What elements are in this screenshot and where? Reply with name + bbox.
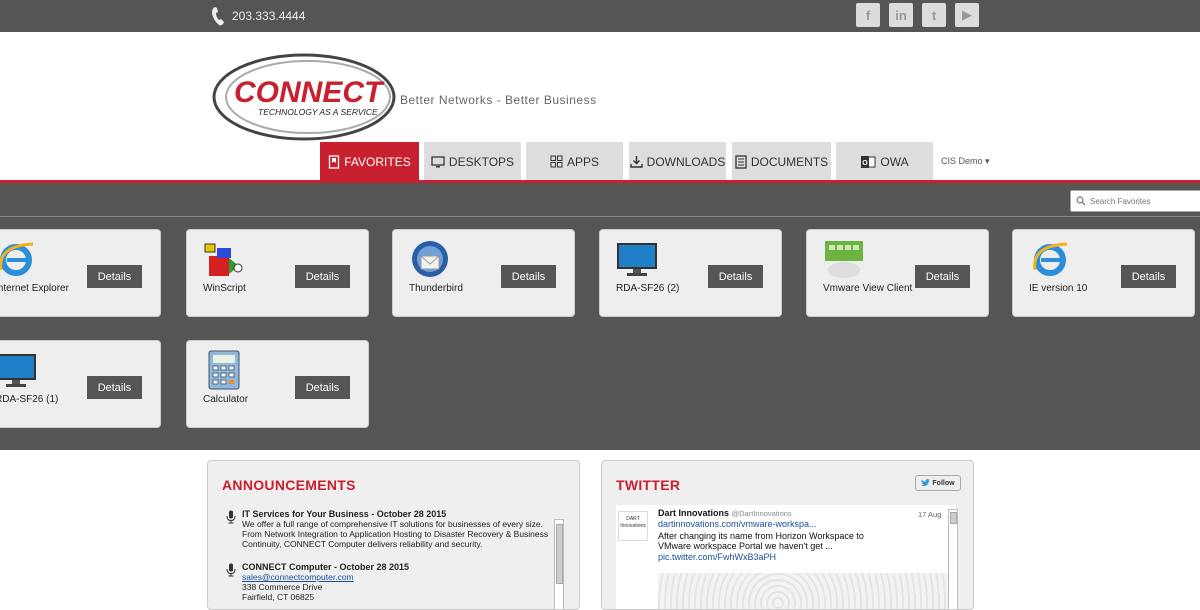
calculator-icon — [208, 350, 240, 390]
announcement-body: We offer a full range of comprehensive I… — [242, 519, 549, 549]
favorite-label: Vmware View Client — [823, 283, 913, 294]
divider — [0, 216, 1200, 217]
announcement-heading: CONNECT Computer - October 28 2015 — [242, 562, 410, 572]
favorite-label: Thunderbird — [409, 283, 463, 294]
favorite-label: IE version 10 — [1029, 283, 1088, 294]
favorite-card-vmware-view-client[interactable]: Vmware View Client Details — [806, 229, 989, 317]
search-icon — [1076, 196, 1086, 206]
announcement-item: IT Services for Your Business - October … — [222, 509, 557, 549]
search-input[interactable] — [1090, 196, 1200, 206]
tweet-pic-link[interactable]: pic.twitter.com/FwhWxB3aPH — [658, 552, 776, 562]
tab-label: DOWNLOADS — [646, 154, 726, 169]
vmware-icon — [825, 241, 863, 278]
favorite-card-thunderbird[interactable]: Thunderbird Details — [392, 229, 575, 317]
monitor-icon — [0, 354, 36, 387]
sales-email-link[interactable]: sales@connectcomputer.com — [242, 572, 354, 582]
announcements-scrollbar[interactable] — [554, 519, 564, 609]
twitter-title: TWITTER — [616, 477, 681, 493]
announcement-item: CONNECT Computer - October 28 2015 sales… — [222, 562, 557, 602]
favorite-card-internet-explorer[interactable]: Internet Explorer Details — [0, 229, 161, 317]
tweet-date[interactable]: 17 Aug — [918, 510, 941, 519]
favorite-card-calculator[interactable]: Calculator Details — [186, 340, 369, 428]
tweet-text: After changing its name from Horizon Wor… — [658, 531, 864, 551]
tab-desktops[interactable]: DESKTOPS — [424, 142, 521, 181]
tab-label: DESKTOPS — [448, 154, 515, 169]
follow-button[interactable]: Follow — [915, 475, 961, 491]
announcement-heading: IT Services for Your Business - October … — [242, 509, 447, 519]
tab-label: OWA — [880, 154, 909, 169]
announcements-panel: ANNOUNCEMENTS IT Services for Your Busin… — [207, 460, 580, 610]
scrollbar-thumb[interactable] — [950, 512, 957, 524]
announcements-title: ANNOUNCEMENTS — [222, 477, 356, 493]
phone-text: 203.333.4444 — [232, 9, 306, 23]
tagline: Better Networks - Better Business — [400, 93, 597, 107]
microphone-icon — [226, 563, 236, 577]
twitter-panel: TWITTER Follow DART Innovations Dart Inn… — [601, 460, 974, 610]
address-line-1: 338 Commerce Drive — [242, 582, 323, 592]
internet-explorer-icon — [1033, 242, 1068, 276]
winscript-icon — [204, 243, 243, 276]
twitter-bird-icon — [921, 479, 931, 486]
tweet-avatar[interactable]: DART Innovations — [618, 511, 648, 541]
tweet-author[interactable]: Dart Innovations @DartInnovations — [658, 508, 792, 518]
favorite-card-winscript[interactable]: WinScript Details — [186, 229, 369, 317]
address-line-2: Fairfield, CT 06825 — [242, 592, 315, 602]
monitor-icon — [617, 243, 657, 276]
favorite-label: RDA-SF26 (2) — [616, 283, 680, 294]
monitor-icon — [431, 155, 445, 167]
favorite-card-rda-sf26-2[interactable]: RDA-SF26 (2) Details — [599, 229, 782, 317]
tab-downloads[interactable]: DOWNLOADS — [629, 142, 726, 181]
scrollbar-thumb[interactable] — [556, 524, 563, 584]
details-button[interactable]: Details — [87, 265, 142, 288]
thunderbird-icon — [412, 241, 448, 277]
svg-text:O: O — [863, 160, 869, 167]
user-menu[interactable]: CIS Demo ▾ — [941, 156, 990, 167]
favorite-label: WinScript — [203, 283, 246, 294]
tab-label: DOCUMENTS — [750, 154, 829, 169]
favorite-label: RDA-SF26 (1) — [0, 394, 59, 405]
details-button[interactable]: Details — [295, 376, 350, 399]
internet-explorer-icon — [0, 242, 34, 276]
tweet-link[interactable]: dartinnovations.com/vmware-workspa... — [658, 519, 817, 529]
details-button[interactable]: Details — [708, 265, 763, 288]
tweet: DART Innovations Dart Innovations @DartI… — [616, 505, 956, 609]
details-button[interactable]: Details — [87, 376, 142, 399]
twitter-scrollbar[interactable] — [948, 509, 958, 609]
details-button[interactable]: Details — [915, 265, 970, 288]
tweet-handle: @DartInnovations — [731, 509, 792, 518]
follow-label: Follow — [932, 479, 955, 487]
bookmark-icon — [329, 154, 340, 169]
tweet-image[interactable] — [658, 573, 948, 609]
tab-documents[interactable]: DOCUMENTS — [732, 142, 831, 181]
tab-label: FAVORITES — [344, 154, 411, 169]
details-button[interactable]: Details — [295, 265, 350, 288]
download-icon — [629, 156, 643, 168]
tab-apps[interactable]: APPS — [526, 142, 623, 181]
phone-number: 203.333.4444 — [212, 6, 305, 26]
tab-owa[interactable]: O OWA — [836, 142, 933, 181]
details-button[interactable]: Details — [1121, 265, 1176, 288]
grid-icon — [550, 155, 563, 168]
twitter-icon[interactable]: t — [922, 3, 946, 27]
linkedin-icon[interactable]: in — [889, 3, 913, 27]
search-box[interactable] — [1070, 190, 1200, 212]
favorite-card-ie-version-10[interactable]: IE version 10 Details — [1012, 229, 1195, 317]
top-bar: 203.333.4444 f in t ▶ — [0, 0, 1200, 32]
tab-favorites[interactable]: FAVORITES — [320, 142, 419, 181]
facebook-icon[interactable]: f — [856, 3, 880, 27]
favorite-card-rda-sf26-1[interactable]: RDA-SF26 (1) Details — [0, 340, 161, 428]
outlook-icon: O — [861, 155, 876, 168]
logo-text: CONNECT — [234, 76, 385, 109]
document-icon — [735, 154, 747, 169]
phone-icon — [212, 7, 224, 26]
tweet-author-name: Dart Innovations — [658, 508, 730, 518]
connect-logo[interactable]: CONNECT TECHNOLOGY AS A SERVICE — [212, 52, 402, 142]
logo-subtext: TECHNOLOGY AS A SERVICE — [258, 107, 378, 117]
tab-label: APPS — [566, 154, 599, 169]
favorite-label: Calculator — [203, 394, 249, 405]
microphone-icon — [226, 510, 236, 524]
details-button[interactable]: Details — [501, 265, 556, 288]
youtube-icon[interactable]: ▶ — [955, 3, 979, 27]
favorite-label: Internet Explorer — [0, 283, 69, 294]
